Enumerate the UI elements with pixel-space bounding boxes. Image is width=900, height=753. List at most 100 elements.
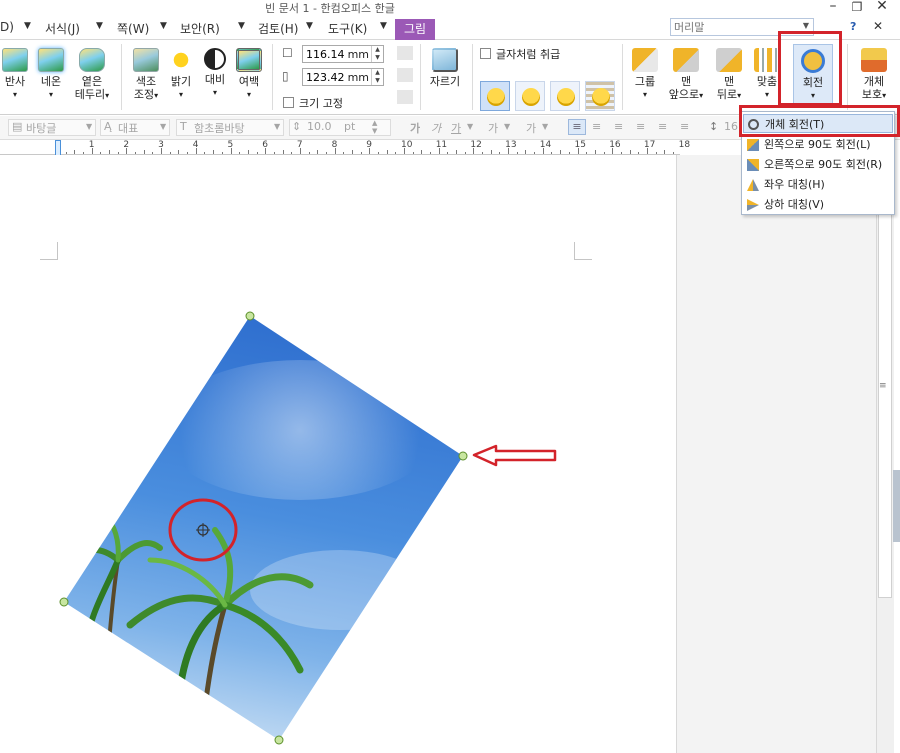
dropdown-arrow-icon[interactable]: ▼ [86,122,92,131]
width-stepper-icon[interactable]: ▲ ▼ [371,46,383,62]
wrap-style-button-1[interactable] [480,81,510,111]
side-panel-toggle[interactable] [893,470,900,542]
align-right-icon[interactable]: ≡ [636,120,645,133]
align-left-icon[interactable]: ≡ [592,120,601,133]
smiley-icon [522,88,540,106]
soft-edge-button[interactable]: 옅은 테두리▾ [72,48,112,102]
resize-handle[interactable] [59,597,69,607]
dropdown-arrow-icon: ▾ [212,88,217,97]
wrap-style-button-3[interactable] [550,81,580,111]
menu-security[interactable]: 보안(R) [180,20,220,37]
group-button[interactable]: 그룹 ▾ [628,48,662,101]
treat-as-char-checkbox[interactable] [480,48,491,59]
brightness-button[interactable]: 밝기 ▾ [166,48,196,101]
ribbon-close-button[interactable]: ✕ [873,19,883,33]
ruler-tick [464,152,466,154]
bold-icon[interactable]: 가 [410,120,420,136]
dropdown-arrow-icon: ▾ [154,91,159,100]
ruler-tick [308,152,310,154]
menu-review[interactable]: 검토(H) [258,20,298,37]
menu-tools[interactable]: 도구(K) [328,20,367,37]
menu-dropdown-arrow-icon[interactable]: ▼ [24,21,31,31]
margin-label: 여백 [238,75,260,88]
menu-partial[interactable]: D) [0,20,14,34]
group-label: 그룹 [634,75,656,88]
ruler-number: 2 [123,140,130,150]
dropdown-arrow-icon[interactable]: ▼ [504,122,510,131]
align-divide-icon[interactable]: ≡ [680,120,689,133]
width-unit: mm [347,48,369,61]
search-dropdown-icon[interactable]: ▼ [803,21,809,30]
ruler-number: 9 [366,140,373,150]
wrap-style-button-2[interactable] [515,81,545,111]
dropdown-arrow-icon[interactable]: ▼ [274,122,280,131]
smiley-icon [557,88,575,106]
ribbon-divider [847,44,848,110]
ruler-tick [325,152,327,154]
menu-dropdown-arrow-icon[interactable]: ▼ [306,21,313,31]
color-adjust-button[interactable]: 색조 조정▾ [128,48,164,102]
menu-item-flip-vertical[interactable]: 상하 대칭(V) [743,195,893,214]
close-button[interactable]: ✕ [871,0,893,14]
scrollbar-thumb[interactable] [878,200,892,598]
ruler-tick [672,152,674,154]
menu-dropdown-arrow-icon[interactable]: ▼ [160,21,167,31]
underline-icon[interactable]: 가 [451,120,461,136]
align-distribute-icon[interactable]: ≡ [658,120,667,133]
crop-button[interactable]: 자르기 [426,48,464,88]
fix-size-option[interactable]: 크기 고정 [283,95,343,111]
dropdown-arrow-icon: ▾ [12,90,17,99]
highlight-icon[interactable]: 가 [526,120,536,136]
soft-edge-label-1: 옅은 [81,75,103,88]
wrap-style-button-4[interactable] [585,81,615,111]
menu-item-flip-horizontal[interactable]: 좌우 대칭(H) [743,175,893,194]
neon-button[interactable]: 네온 ▾ [34,48,68,101]
margin-button[interactable]: 여백 ▾ [233,48,265,101]
line-spacing-icon[interactable]: ↕ [709,120,718,133]
menu-format[interactable]: 서식(J) [45,20,80,37]
size-option-icon[interactable] [397,68,413,82]
resize-handle[interactable] [274,735,284,745]
menu-dropdown-arrow-icon[interactable]: ▼ [238,21,245,31]
minimize-button[interactable]: – [822,0,844,14]
size-stepper-icon[interactable]: ▲ ▼ [372,119,377,135]
menu-item-rotate-right[interactable]: 오른쪽으로 90도 회전(R) [743,155,893,174]
dropdown-arrow-icon[interactable]: ▼ [542,122,548,131]
height-stepper-icon[interactable]: ▲ ▼ [371,69,383,85]
ruler-tick [109,150,111,154]
help-icon[interactable]: ? [850,20,856,33]
object-protect-button[interactable]: 개체 보호▾ [854,48,894,102]
contrast-button[interactable]: 대비 ▾ [200,48,230,99]
reflect-button[interactable]: 반사 ▾ [0,48,30,101]
flip-horizontal-icon [747,179,759,191]
dropdown-arrow-icon[interactable]: ▼ [160,122,166,131]
menu-dropdown-arrow-icon[interactable]: ▼ [380,21,387,31]
dropdown-arrow-icon[interactable]: ▼ [467,122,473,131]
treat-as-char-option[interactable]: 글자처럼 취급 [480,46,560,62]
italic-icon[interactable]: 가 [431,120,441,136]
resize-handle[interactable] [245,311,255,321]
align-center-icon[interactable]: ≡ [614,120,623,133]
menu-page[interactable]: 쪽(W) [117,20,149,37]
fix-size-checkbox[interactable] [283,97,294,108]
align-justify-icon[interactable]: ≡ [568,119,586,135]
send-back-icon [716,48,742,72]
height-spinner[interactable]: mm ▲▼ [302,68,384,86]
size-option-icon[interactable] [397,46,413,60]
menu-item-rotate-left[interactable]: 왼쪽으로 90도 회전(L) [743,135,893,154]
ruler-number: 15 [574,140,586,150]
ruler-tick [534,152,536,154]
help-search-input[interactable] [671,19,795,35]
dropdown-arrow-icon: ▾ [882,91,887,100]
resize-handle[interactable] [458,451,468,461]
send-to-back-button[interactable]: 맨 뒤로▾ [710,48,748,102]
size-option-icon[interactable] [397,90,413,104]
picture-object[interactable] [59,311,468,753]
maximize-button[interactable]: ❐ [846,0,868,14]
menu-dropdown-arrow-icon[interactable]: ▼ [96,21,103,31]
font-color-icon[interactable]: 가 [488,120,498,136]
width-spinner[interactable]: mm ▲▼ [302,45,384,63]
rotate-right-icon [747,159,759,171]
tab-picture[interactable]: 그림 [395,19,435,40]
bring-to-front-button[interactable]: 맨 앞으로▾ [664,48,708,102]
